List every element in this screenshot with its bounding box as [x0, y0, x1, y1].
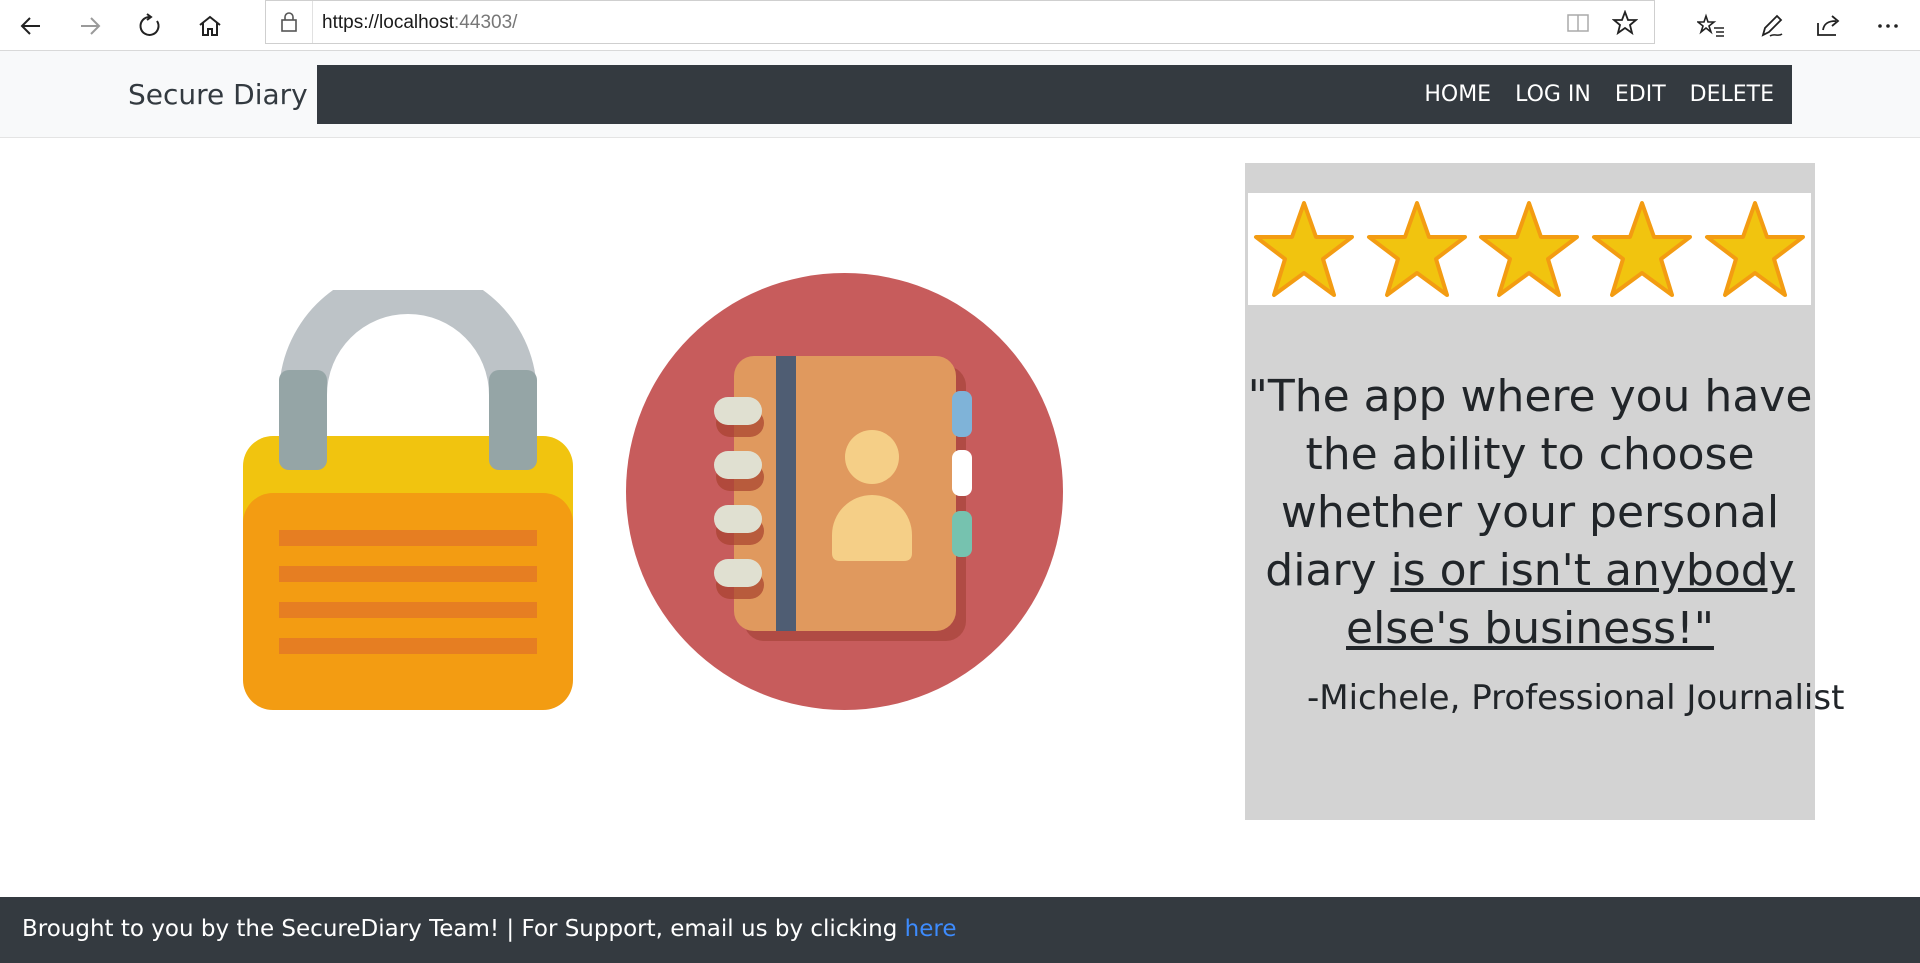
- quote-emphasis: is or isn't anybody else's business!": [1346, 545, 1795, 654]
- share-icon: [1817, 15, 1840, 36]
- url-text[interactable]: https://localhost:44303/: [322, 12, 517, 34]
- support-email-link[interactable]: here: [905, 916, 957, 942]
- back-button[interactable]: [14, 9, 48, 43]
- url-host: https://localhost: [322, 12, 455, 33]
- star-icon: [1592, 201, 1693, 297]
- star-icon: [1366, 201, 1467, 297]
- footer-text: Brought to you by the SecureDiary Team! …: [22, 916, 905, 942]
- star-icon: [1704, 201, 1805, 297]
- address-book-icon: [626, 273, 1063, 710]
- nav-edit-link[interactable]: EDIT: [1615, 82, 1666, 107]
- url-port-path: :44303/: [454, 12, 518, 33]
- refresh-button[interactable]: [133, 9, 167, 43]
- testimonial-author: -Michele, Professional Journalist: [1307, 678, 1845, 718]
- lock-icon: [281, 12, 297, 32]
- main-nav: HOME LOG IN EDIT DELETE: [317, 65, 1792, 124]
- favorite-button[interactable]: [1609, 7, 1641, 39]
- browser-toolbar: https://localhost:44303/: [0, 0, 1920, 51]
- favorites-list-icon: [1697, 13, 1724, 37]
- rating-stars: [1248, 193, 1811, 305]
- testimonial-card: "The app where you have the ability to c…: [1245, 163, 1844, 820]
- nav-home-link[interactable]: HOME: [1424, 82, 1491, 107]
- forward-button[interactable]: [73, 9, 107, 43]
- address-bar[interactable]: https://localhost:44303/: [265, 0, 1655, 44]
- home-icon: [199, 15, 221, 36]
- nav-login-link[interactable]: LOG IN: [1515, 82, 1591, 107]
- nav-delete-link[interactable]: DELETE: [1690, 82, 1774, 107]
- share-button[interactable]: [1811, 9, 1845, 43]
- notes-button[interactable]: [1754, 9, 1788, 43]
- padlock-icon: [243, 290, 573, 710]
- arrow-left-icon: [20, 17, 40, 35]
- star-outline-icon: [1612, 10, 1638, 36]
- brand-link[interactable]: Secure Diary: [128, 78, 308, 111]
- book-icon: [1567, 14, 1589, 32]
- footer: Brought to you by the SecureDiary Team! …: [0, 897, 1920, 963]
- testimonial-quote: "The app where you have the ability to c…: [1245, 368, 1815, 658]
- app-navbar: Secure Diary HOME LOG IN EDIT DELETE: [0, 51, 1920, 138]
- favorites-hub-button[interactable]: [1694, 9, 1728, 43]
- home-button[interactable]: [193, 9, 227, 43]
- reading-view-button[interactable]: [1562, 7, 1594, 39]
- arrow-right-icon: [81, 17, 101, 35]
- site-info-button[interactable]: [266, 1, 313, 43]
- star-icon: [1254, 201, 1355, 297]
- refresh-icon: [139, 13, 160, 36]
- star-icon: [1479, 201, 1580, 297]
- more-icon: [1878, 24, 1898, 28]
- more-button[interactable]: [1871, 9, 1905, 43]
- pen-icon: [1761, 14, 1783, 37]
